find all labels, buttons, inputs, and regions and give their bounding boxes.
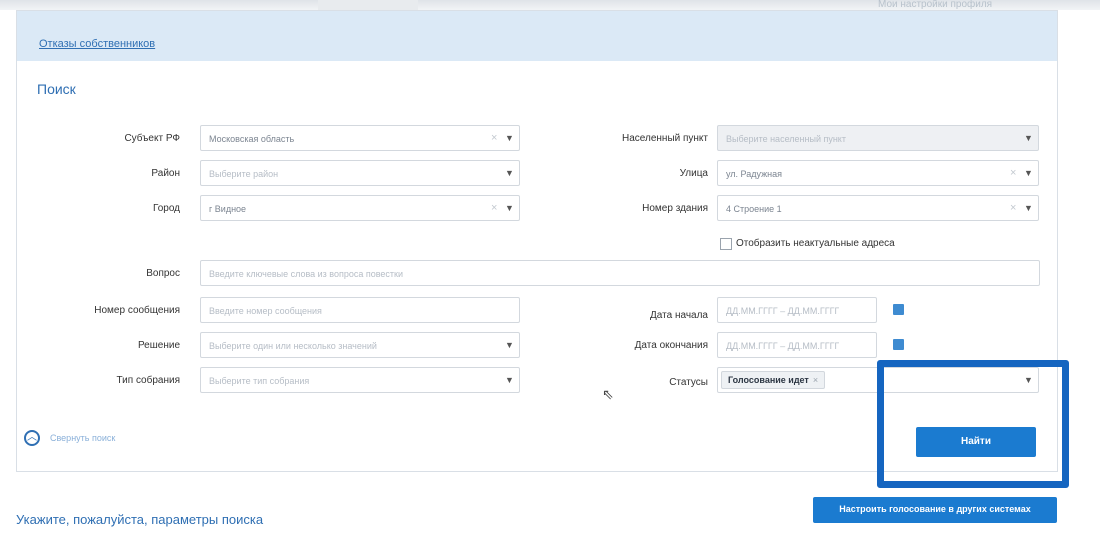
status-tag-label: Голосование идет bbox=[728, 375, 809, 385]
district-label: Район bbox=[151, 168, 180, 179]
search-hint: Укажите, пожалуйста, параметры поиска bbox=[16, 512, 264, 527]
message-number-input[interactable]: Введите номер сообщения bbox=[200, 297, 520, 323]
chevron-down-icon[interactable]: ▼ bbox=[1024, 168, 1033, 178]
subject-select[interactable]: Московская область × ▼ bbox=[200, 125, 520, 151]
collapse-search-link[interactable]: Свернуть поиск bbox=[50, 433, 115, 443]
calendar-icon[interactable] bbox=[893, 304, 904, 315]
date-start-label: Дата начала bbox=[650, 310, 708, 321]
decision-select[interactable]: Выберите один или несколько значений ▼ bbox=[200, 332, 520, 358]
date-end-label: Дата окончания bbox=[634, 340, 708, 351]
city-value: г Видное bbox=[209, 204, 247, 214]
building-select[interactable]: 4 Строение 1 × ▼ bbox=[717, 195, 1039, 221]
calendar-icon[interactable] bbox=[893, 339, 904, 350]
settlement-label: Населенный пункт bbox=[621, 133, 708, 144]
statuses-label: Статусы bbox=[669, 377, 708, 388]
date-start-placeholder: ДД.ММ.ГГГГ – ДД.ММ.ГГГГ bbox=[726, 306, 840, 316]
clear-icon[interactable]: × bbox=[491, 202, 497, 214]
question-placeholder: Введите ключевые слова из вопроса повест… bbox=[209, 269, 404, 279]
question-input[interactable]: Введите ключевые слова из вопроса повест… bbox=[200, 260, 1040, 286]
city-label: Город bbox=[152, 203, 180, 214]
search-title: Поиск bbox=[37, 81, 76, 97]
date-end-placeholder: ДД.ММ.ГГГГ – ДД.ММ.ГГГГ bbox=[726, 341, 840, 351]
street-label: Улица bbox=[679, 168, 708, 179]
building-value: 4 Строение 1 bbox=[726, 204, 782, 214]
message-number-placeholder: Введите номер сообщения bbox=[209, 306, 322, 316]
owners-refusals-link[interactable]: Отказы собственников bbox=[39, 38, 155, 50]
chevron-down-icon[interactable]: ▼ bbox=[505, 375, 514, 385]
decision-placeholder: Выберите один или несколько значений bbox=[209, 341, 377, 351]
subject-value: Московская область bbox=[209, 134, 295, 144]
remove-tag-icon[interactable]: × bbox=[813, 375, 818, 385]
highlight-box bbox=[877, 360, 1069, 488]
district-select[interactable]: Выберите район ▼ bbox=[200, 160, 520, 186]
top-toolbar: Мои настройки профиля bbox=[0, 0, 1100, 14]
mouse-cursor-icon: ⇖ bbox=[602, 386, 614, 402]
street-select[interactable]: ул. Радужная × ▼ bbox=[717, 160, 1039, 186]
irrelevant-addresses-label: Отобразить неактуальные адреса bbox=[736, 238, 895, 249]
chevron-down-icon[interactable]: ▼ bbox=[1024, 133, 1033, 143]
irrelevant-addresses-checkbox[interactable] bbox=[720, 238, 732, 250]
date-end-input[interactable]: ДД.ММ.ГГГГ – ДД.ММ.ГГГГ bbox=[717, 332, 877, 358]
panel-header: Отказы собственников bbox=[17, 11, 1057, 61]
district-placeholder: Выберите район bbox=[209, 169, 279, 179]
date-start-input[interactable]: ДД.ММ.ГГГГ – ДД.ММ.ГГГГ bbox=[717, 297, 877, 323]
meeting-type-label: Тип собрания bbox=[116, 375, 181, 386]
message-number-label: Номер сообщения bbox=[94, 305, 180, 316]
meeting-type-placeholder: Выберите тип собрания bbox=[209, 376, 310, 386]
question-label: Вопрос bbox=[146, 268, 180, 279]
decision-label: Решение bbox=[137, 340, 180, 351]
chevron-down-icon[interactable]: ▼ bbox=[505, 133, 514, 143]
settlement-select[interactable]: Выберите населенный пункт ▼ bbox=[717, 125, 1039, 151]
chevron-down-icon[interactable]: ▼ bbox=[1024, 203, 1033, 213]
status-tag: Голосование идет × bbox=[721, 371, 826, 389]
chevron-down-icon[interactable]: ▼ bbox=[505, 203, 514, 213]
street-value: ул. Радужная bbox=[726, 169, 782, 179]
collapse-search-icon[interactable]: ︿ bbox=[24, 430, 40, 446]
subject-label: Субъект РФ bbox=[124, 133, 180, 144]
other-systems-button[interactable]: Настроить голосование в других системах bbox=[813, 497, 1057, 523]
chevron-down-icon[interactable]: ▼ bbox=[505, 168, 514, 178]
meeting-type-select[interactable]: Выберите тип собрания ▼ bbox=[200, 367, 520, 393]
clear-icon[interactable]: × bbox=[1010, 167, 1016, 179]
chevron-down-icon[interactable]: ▼ bbox=[505, 340, 514, 350]
building-label: Номер здания bbox=[642, 203, 708, 214]
city-select[interactable]: г Видное × ▼ bbox=[200, 195, 520, 221]
profile-link[interactable]: Мои настройки профиля bbox=[878, 0, 1058, 10]
settlement-placeholder: Выберите населенный пункт bbox=[726, 134, 846, 144]
clear-icon[interactable]: × bbox=[491, 132, 497, 144]
clear-icon[interactable]: × bbox=[1010, 202, 1016, 214]
